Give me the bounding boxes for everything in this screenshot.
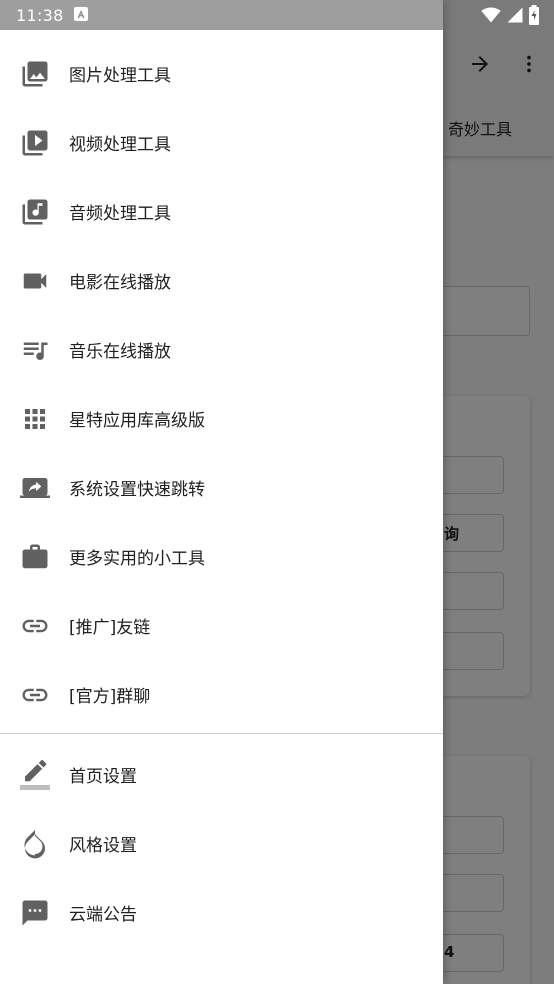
drawer-item-label: 更多实用的小工具	[69, 549, 205, 569]
drawer-item-friend-links[interactable]: [推广]友链	[0, 591, 443, 660]
drawer-item-music-online[interactable]: 音乐在线播放	[0, 315, 443, 384]
drawer-item-label: [推广]友链	[69, 618, 151, 638]
drawer-item-video-tools[interactable]: 视频处理工具	[0, 108, 443, 177]
drawer-item-label: 风格设置	[69, 836, 137, 856]
screen: 奇妙工具 询 4 图片处理工具	[0, 0, 554, 984]
library-music-icon	[20, 197, 50, 227]
drawer-item-label: 星特应用库高级版	[69, 411, 205, 431]
drawer-item-app-library[interactable]: 星特应用库高级版	[0, 384, 443, 453]
drawer-item-label: 音乐在线播放	[69, 342, 171, 362]
drawer-item-system-settings[interactable]: 系统设置快速跳转	[0, 453, 443, 522]
drawer-item-label: 系统设置快速跳转	[69, 480, 205, 500]
drawer-divider	[0, 733, 443, 734]
app-notification-icon	[73, 6, 88, 25]
drawer-item-image-tools[interactable]: 图片处理工具	[0, 39, 443, 108]
status-bar: 11:38	[0, 0, 554, 30]
briefcase-icon	[20, 542, 50, 572]
drawer-item-label: 视频处理工具	[69, 135, 171, 155]
drawer-item-group-chat[interactable]: [官方]群聊	[0, 660, 443, 729]
video-library-icon	[20, 128, 50, 158]
opacity-drop-icon	[20, 829, 50, 859]
videocam-icon	[20, 266, 50, 296]
wifi-icon	[480, 5, 502, 29]
edit-pencil-icon	[20, 759, 50, 790]
status-time: 11:38	[16, 5, 64, 25]
navigation-drawer: 图片处理工具 视频处理工具 音频处理工具 电影在线播放 音乐在线播放 星特应用库…	[0, 0, 443, 984]
drawer-item-style-settings[interactable]: 风格设置	[0, 809, 443, 878]
drawer-item-label: 电影在线播放	[69, 273, 171, 293]
drawer-item-more-tools[interactable]: 更多实用的小工具	[0, 522, 443, 591]
apps-grid-icon	[20, 404, 50, 434]
drawer-item-cloud-notice[interactable]: 云端公告	[0, 878, 443, 947]
status-icons	[480, 5, 540, 29]
drawer-item-label: [官方]群聊	[69, 687, 151, 707]
screen-share-icon	[20, 473, 50, 503]
drawer-item-label: 云端公告	[69, 905, 137, 925]
drawer-item-label: 图片处理工具	[69, 66, 171, 86]
chat-message-icon	[20, 898, 50, 928]
drawer-item-home-settings[interactable]: 首页设置	[0, 740, 443, 809]
queue-music-icon	[20, 335, 50, 365]
link-icon	[20, 680, 50, 710]
drawer-item-label: 首页设置	[69, 767, 137, 787]
drawer-list: 图片处理工具 视频处理工具 音频处理工具 电影在线播放 音乐在线播放 星特应用库…	[0, 39, 443, 947]
drawer-item-label: 音频处理工具	[69, 204, 171, 224]
link-icon	[20, 611, 50, 641]
photo-library-icon	[20, 59, 50, 89]
signal-icon	[506, 6, 524, 28]
battery-icon	[528, 5, 540, 29]
drawer-item-audio-tools[interactable]: 音频处理工具	[0, 177, 443, 246]
drawer-item-movie-online[interactable]: 电影在线播放	[0, 246, 443, 315]
